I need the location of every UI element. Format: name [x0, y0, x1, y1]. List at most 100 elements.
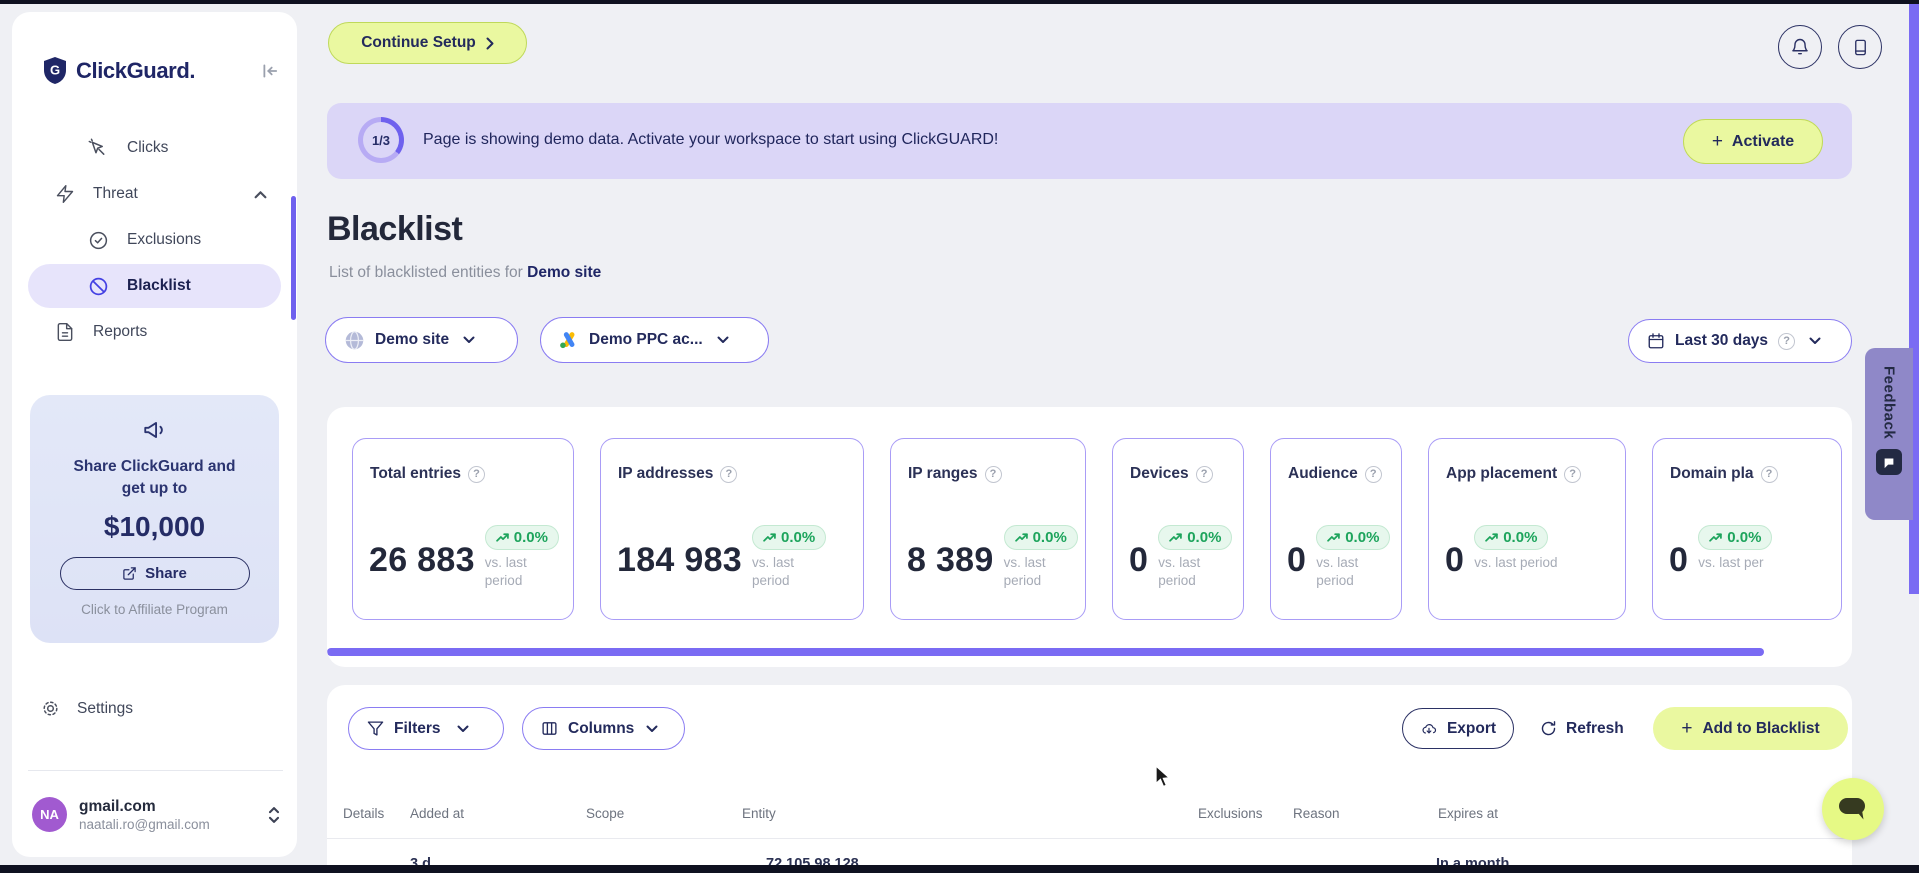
help-icon[interactable]: ? [720, 465, 738, 483]
col-scope[interactable]: Scope [586, 806, 624, 821]
delta-badge: 0.0% [484, 525, 559, 550]
date-range-selector[interactable]: Last 30 days ? [1628, 319, 1852, 363]
share-button[interactable]: Share [59, 556, 250, 590]
book-icon [1854, 39, 1866, 55]
ppc-account-selector[interactable]: Demo PPC ac... [540, 317, 769, 363]
avatar: NA [32, 797, 67, 832]
export-button[interactable]: Export [1402, 708, 1514, 749]
chevron-down-icon [463, 336, 475, 344]
sidebar-item-label: Blacklist [127, 277, 191, 294]
chat-bubble-icon [1839, 798, 1865, 820]
feedback-label: Feedback [1880, 366, 1898, 440]
add-to-blacklist-button[interactable]: + Add to Blacklist [1653, 707, 1848, 750]
trend-up-icon [496, 533, 509, 542]
share-amount: $10,000 [103, 510, 206, 542]
sidebar-item-label: Reports [93, 323, 148, 340]
help-icon[interactable]: ? [1195, 465, 1213, 483]
refresh-button[interactable]: Refresh [1540, 708, 1624, 749]
file-icon [57, 322, 73, 342]
stat-value: 0 [1287, 541, 1307, 579]
stat-card-devices: Devices? 0 0.0% vs. last period [1112, 438, 1244, 620]
stat-card-app-placement: App placement? 0 0.0% vs. last period [1428, 438, 1626, 620]
help-icon[interactable]: ? [984, 465, 1002, 483]
ppc-account-value: Demo PPC ac... [589, 331, 703, 348]
sidebar-item-threat[interactable]: Threat [28, 172, 281, 216]
stat-value: 0 [1669, 541, 1689, 579]
svg-text:G: G [50, 63, 60, 78]
sidebar-scrollbar[interactable] [291, 196, 296, 320]
megaphone-icon [142, 422, 168, 447]
sidebar-collapse-icon[interactable] [261, 62, 279, 80]
page-title: Blacklist [327, 210, 463, 248]
stats-panel: Total entries? 26 883 0.0% vs. last peri… [327, 407, 1852, 667]
delta-badge: 0.0% [1158, 525, 1233, 550]
stat-caption: vs. last period [1158, 555, 1201, 588]
activate-button[interactable]: + Activate [1683, 119, 1823, 164]
blacklist-table-panel: Filters Columns Export Refresh + Add to … [327, 685, 1852, 873]
account-switcher[interactable]: NA gmail.com naatali.ro@gmail.com [32, 797, 280, 832]
stat-caption: vs. last period [1316, 555, 1359, 588]
sidebar-item-reports[interactable]: Reports [28, 310, 281, 354]
globe-icon [345, 330, 364, 350]
stat-card-audience: Audience? 0 0.0% vs. last period [1270, 438, 1402, 620]
col-entity[interactable]: Entity [742, 806, 776, 821]
sidebar-item-label: Exclusions [127, 231, 202, 248]
subtitle-site-name: Demo site [527, 264, 602, 281]
feedback-tab[interactable]: Feedback [1865, 348, 1913, 520]
col-added-at[interactable]: Added at [410, 806, 464, 821]
stat-caption: vs. last period [752, 555, 795, 588]
chevron-down-icon [1809, 337, 1821, 345]
col-details[interactable]: Details [343, 806, 384, 821]
stat-caption: vs. last per [1698, 555, 1764, 570]
notifications-button[interactable] [1778, 25, 1822, 69]
continue-setup-button[interactable]: Continue Setup [328, 22, 527, 64]
stat-value: 8 389 [907, 541, 994, 579]
trend-up-icon [1169, 533, 1183, 542]
chevron-right-icon [486, 37, 494, 49]
bolt-icon [56, 184, 74, 204]
filter-icon [367, 721, 384, 736]
share-text-line1: Share ClickGuard and [73, 458, 236, 475]
help-icon[interactable]: ? [468, 465, 486, 483]
ban-icon [89, 277, 108, 295]
badge-check-icon [89, 231, 108, 249]
delta-badge: 0.0% [1003, 525, 1078, 550]
cards-horizontal-scrollbar[interactable] [327, 648, 1764, 656]
sidebar-item-blacklist[interactable]: Blacklist [28, 264, 281, 308]
docs-button[interactable] [1838, 25, 1882, 69]
filters-button[interactable]: Filters [348, 707, 504, 750]
affiliate-share-card[interactable]: Share ClickGuard and get up to $10,000 Sh… [30, 395, 279, 643]
chevron-down-icon [646, 725, 658, 733]
chat-launcher-button[interactable] [1822, 778, 1884, 840]
stats-cards-row: Total entries? 26 883 0.0% vs. last peri… [352, 438, 1842, 620]
site-selector[interactable]: Demo site [325, 317, 518, 363]
col-exclusions[interactable]: Exclusions [1198, 806, 1263, 821]
account-name: gmail.com [79, 797, 156, 815]
help-icon[interactable]: ? [1760, 465, 1778, 483]
chevron-up-icon[interactable] [254, 190, 267, 199]
usersnap-icon [1876, 449, 1902, 476]
plus-icon: + [1681, 717, 1693, 739]
delta-badge: 0.0% [1474, 525, 1549, 550]
stat-caption: vs. last period [484, 555, 527, 588]
chevron-down-icon [717, 336, 729, 344]
columns-button[interactable]: Columns [522, 707, 685, 750]
delta-badge: 0.0% [1316, 525, 1391, 550]
sidebar-item-clicks[interactable]: Clicks [28, 126, 281, 170]
window-bottom-edge [0, 865, 1919, 873]
columns-icon [542, 722, 557, 735]
help-icon[interactable]: ? [1564, 465, 1582, 483]
col-expires-at[interactable]: Expires at [1438, 806, 1498, 821]
help-icon[interactable]: ? [1364, 465, 1382, 483]
page-subtitle: List of blacklisted entities for Demo si… [329, 264, 602, 281]
clickguard-logo-icon: G [42, 56, 68, 85]
affiliate-footer-text: Click to Affiliate Program [81, 601, 228, 617]
table-header-divider [327, 838, 1852, 839]
col-reason[interactable]: Reason [1293, 806, 1340, 821]
sidebar-item-settings[interactable]: Settings [40, 698, 133, 719]
stat-value: 0 [1445, 541, 1465, 579]
cloud-download-icon [1422, 723, 1437, 734]
account-email: naatali.ro@gmail.com [79, 816, 210, 832]
help-icon[interactable]: ? [1778, 332, 1796, 350]
sidebar-item-exclusions[interactable]: Exclusions [28, 218, 281, 262]
